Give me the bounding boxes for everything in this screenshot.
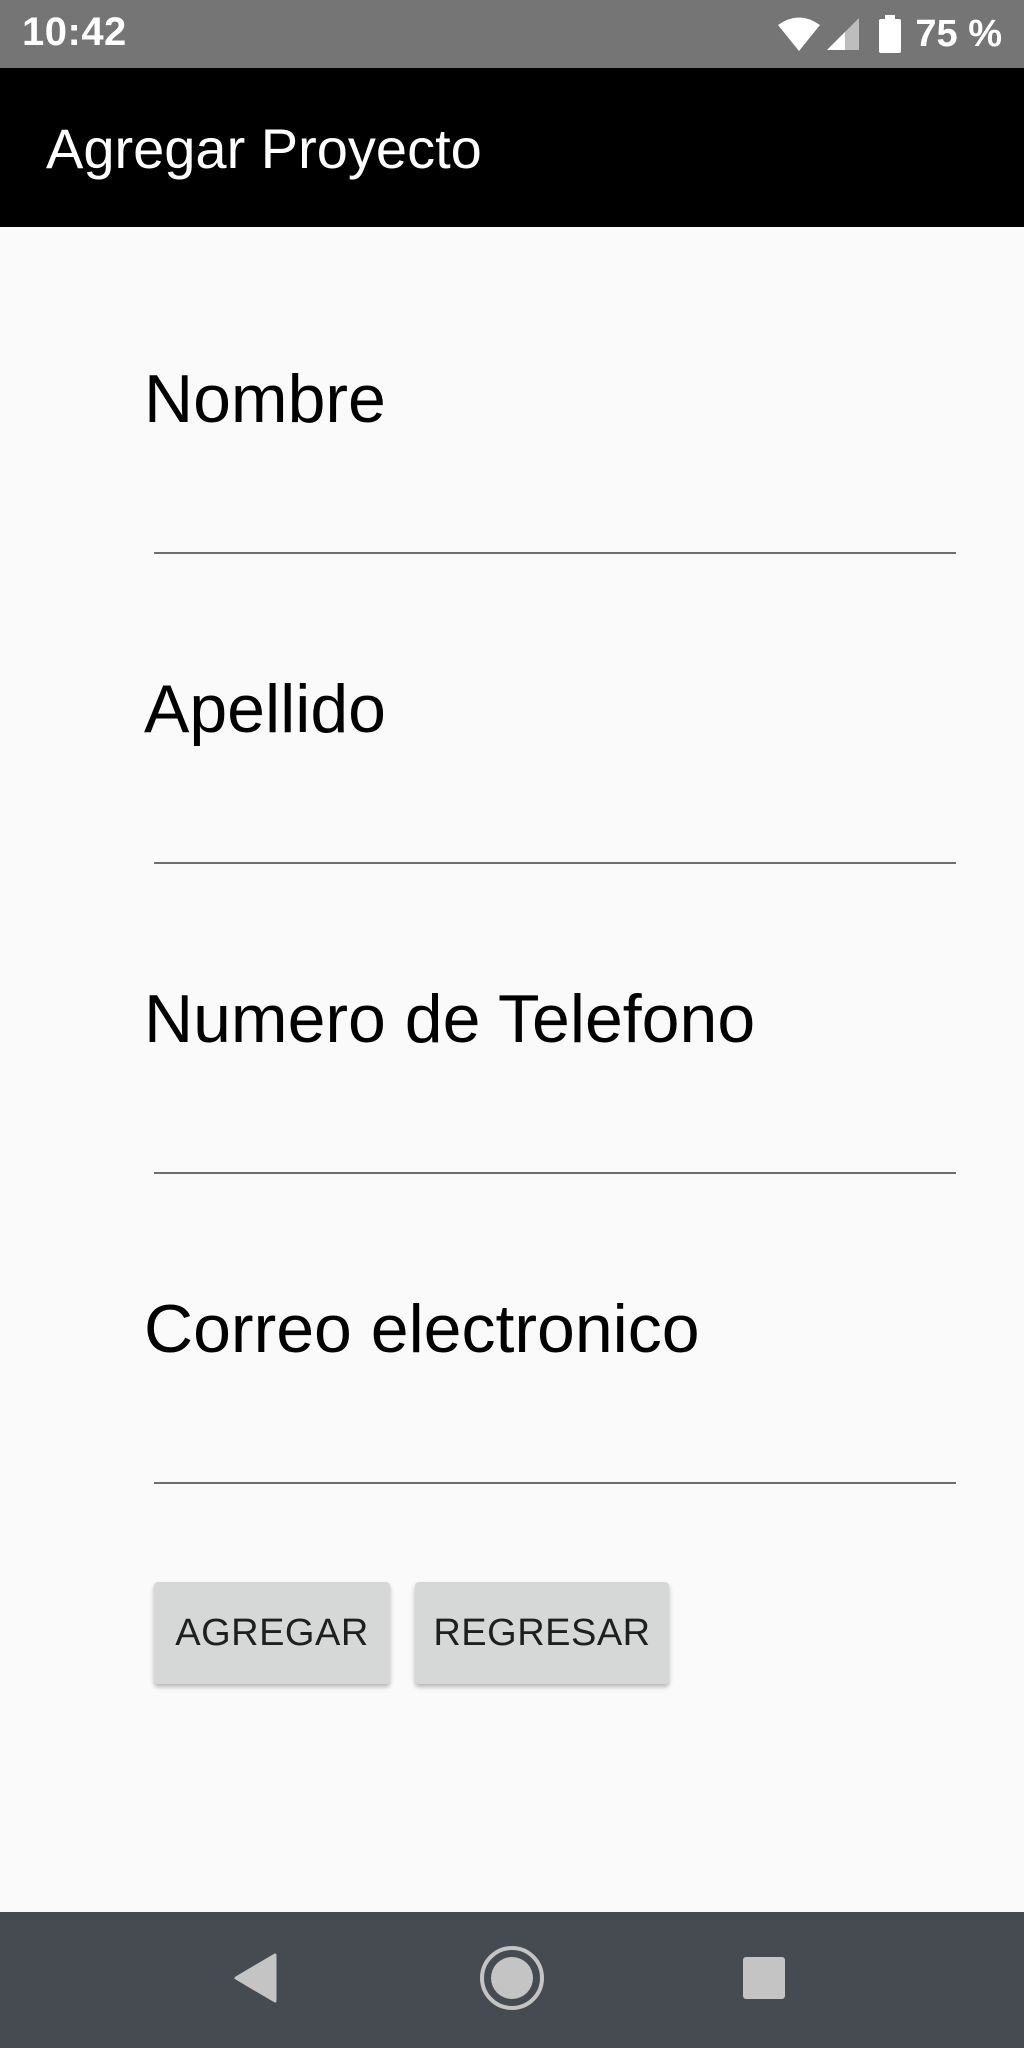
correo-field[interactable]: Correo electronico [144,1290,956,1484]
telefono-input[interactable] [154,1172,956,1174]
wifi-icon [777,16,821,52]
signal-icon [825,16,861,52]
nombre-input[interactable] [154,552,956,554]
apellido-field[interactable]: Apellido [144,670,956,864]
status-icons: 75 % [777,10,1002,58]
recents-icon [741,1955,787,2006]
agregar-button[interactable]: AGREGAR [154,1582,390,1684]
home-button[interactable] [472,1940,552,2020]
apellido-input[interactable] [154,862,956,864]
back-icon [233,1953,277,2008]
page-title: Agregar Proyecto [46,117,482,180]
back-button[interactable] [215,1940,295,2020]
status-time: 10:42 [22,10,127,54]
correo-input[interactable] [154,1482,956,1484]
nombre-label: Nombre [144,361,386,437]
status-bar: 10:42 75 % [0,0,1024,68]
nombre-field[interactable]: Nombre [144,360,956,554]
regresar-button[interactable]: REGRESAR [415,1582,669,1684]
home-icon [478,1944,546,2017]
screen: 10:42 75 % Agregar Proyecto Nombre Apell… [0,0,1024,2048]
correo-label: Correo electronico [144,1291,700,1367]
battery-percentage: 75 % [915,12,1002,55]
recents-button[interactable] [724,1940,804,2020]
app-bar: Agregar Proyecto [0,68,1024,227]
navigation-bar [0,1912,1024,2048]
battery-icon [879,15,902,53]
apellido-label: Apellido [144,671,386,747]
telefono-label: Numero de Telefono [144,981,756,1057]
telefono-field[interactable]: Numero de Telefono [144,980,956,1174]
